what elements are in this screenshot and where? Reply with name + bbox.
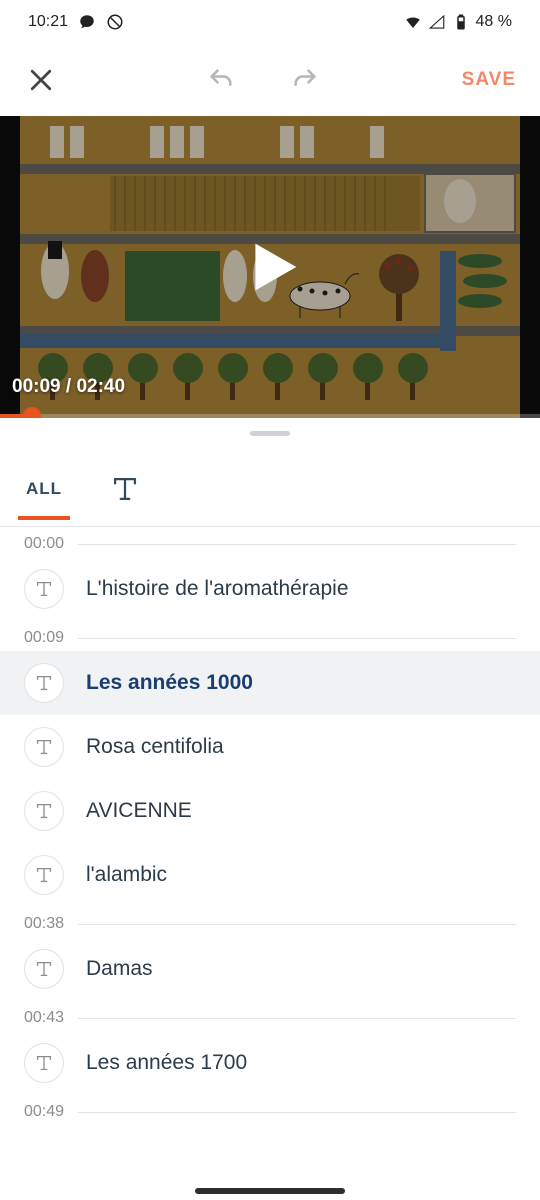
time-marker: 00:38 <box>0 907 540 937</box>
video-duration: 02:40 <box>76 376 125 397</box>
battery-icon <box>452 13 470 31</box>
editor-toolbar: SAVE <box>0 44 540 116</box>
do-not-disturb-icon <box>106 13 124 31</box>
text-tool-icon <box>108 472 142 506</box>
video-progress-thumb[interactable] <box>23 407 41 418</box>
timeline-item-title: l'alambic <box>86 863 167 887</box>
text-type-icon <box>24 791 64 831</box>
time-marker: 00:09 <box>0 621 540 651</box>
time-marker-label: 00:38 <box>24 915 64 933</box>
timeline-item[interactable]: Les années 1700 <box>0 1031 540 1095</box>
time-marker: 00:43 <box>0 1001 540 1031</box>
chat-bubble-icon <box>78 13 96 31</box>
tab-all[interactable]: ALL <box>22 473 66 519</box>
navigation-bar-pill <box>195 1188 345 1194</box>
text-type-icon <box>24 1043 64 1083</box>
time-marker-label: 00:43 <box>24 1009 64 1027</box>
time-marker-label: 00:09 <box>24 629 64 647</box>
status-left: 10:21 <box>28 13 124 31</box>
timeline-item-title: Les années 1700 <box>86 1051 247 1075</box>
text-type-icon <box>24 663 64 703</box>
status-time: 10:21 <box>28 13 68 31</box>
play-button[interactable] <box>235 232 305 302</box>
text-type-icon <box>24 855 64 895</box>
time-marker-label: 00:49 <box>24 1103 64 1121</box>
time-marker-rule <box>78 544 516 545</box>
timeline-item-title: AVICENNE <box>86 799 192 823</box>
signal-icon <box>428 13 446 31</box>
time-marker: 00:00 <box>0 527 540 557</box>
time-marker-rule <box>78 638 516 639</box>
drag-handle-icon <box>250 431 290 436</box>
timeline-item-title: Rosa centifolia <box>86 735 224 759</box>
wifi-icon <box>404 13 422 31</box>
timeline-item[interactable]: Rosa centifolia <box>0 715 540 779</box>
save-button[interactable]: SAVE <box>462 69 516 91</box>
time-marker-rule <box>78 1018 516 1019</box>
battery-percent: 48 % <box>476 13 512 31</box>
text-type-icon <box>24 569 64 609</box>
timeline-item[interactable]: AVICENNE <box>0 779 540 843</box>
text-type-icon <box>24 949 64 989</box>
video-player[interactable]: 00:09 / 02:40 <box>0 116 540 418</box>
video-current-time: 00:09 <box>12 376 61 397</box>
video-progress-track[interactable] <box>0 414 540 418</box>
status-right: 48 % <box>404 13 512 31</box>
time-marker: 00:49 <box>0 1095 540 1125</box>
tabs: ALL <box>0 448 540 527</box>
text-type-icon <box>24 727 64 767</box>
time-marker-label: 00:00 <box>24 535 64 553</box>
status-bar: 10:21 48 % <box>0 0 540 44</box>
redo-button[interactable] <box>283 58 327 102</box>
sheet-drag-row[interactable] <box>0 418 540 448</box>
close-button[interactable] <box>18 57 64 103</box>
timeline-item-title: L'histoire de l'aromathérapie <box>86 577 349 601</box>
timeline-item-title: Les années 1000 <box>86 671 253 695</box>
video-time-separator: / <box>61 376 77 397</box>
time-marker-rule <box>78 924 516 925</box>
timeline-item[interactable]: l'alambic <box>0 843 540 907</box>
video-time-overlay: 00:09 / 02:40 <box>12 376 125 398</box>
time-marker-rule <box>78 1112 516 1113</box>
tab-text[interactable] <box>104 466 146 526</box>
timeline-list: 00:00 L'histoire de l'aromathérapie 00:0… <box>0 527 540 1125</box>
tab-all-label: ALL <box>26 479 62 498</box>
timeline-item-active[interactable]: Les années 1000 <box>0 651 540 715</box>
timeline-item[interactable]: Damas <box>0 937 540 1001</box>
undo-button[interactable] <box>199 58 243 102</box>
timeline-item-title: Damas <box>86 957 153 981</box>
timeline-item[interactable]: L'histoire de l'aromathérapie <box>0 557 540 621</box>
